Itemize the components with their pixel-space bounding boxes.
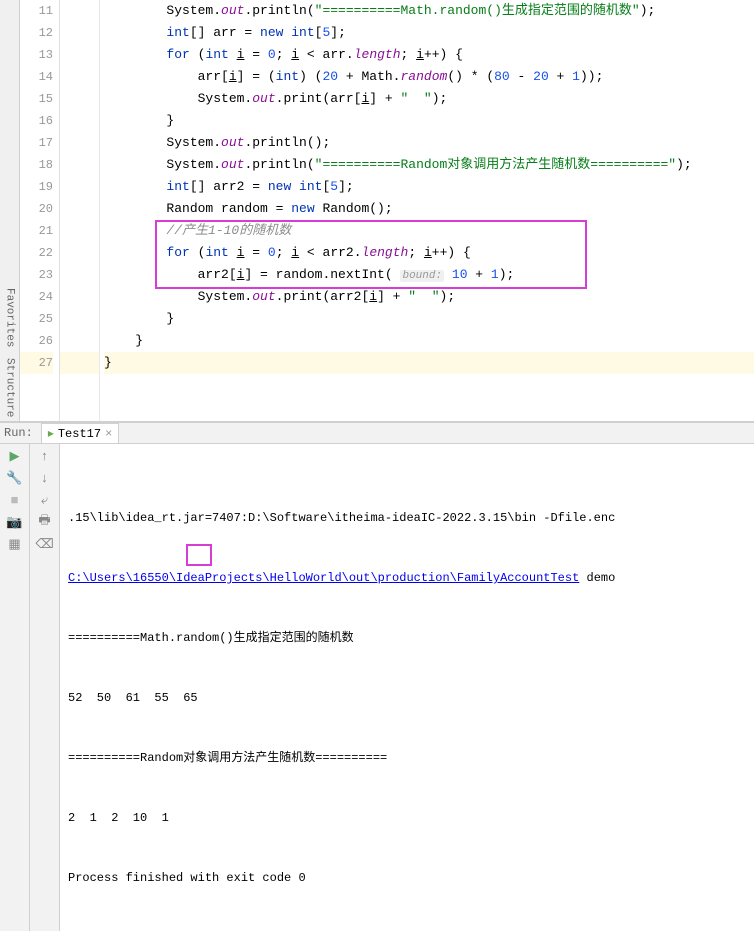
line-number[interactable]: 17	[20, 132, 53, 154]
console-link[interactable]: C:\Users\16550\IdeaProjects\HelloWorld\o…	[68, 571, 579, 585]
editor-area: Favorites Structure 11 12 13 14 15 16 17…	[0, 0, 754, 422]
line-number[interactable]: 24	[20, 286, 53, 308]
layout-icon[interactable]: ▦	[7, 536, 23, 552]
line-number[interactable]: 20	[20, 198, 53, 220]
run-tab[interactable]: ▸ Test17 ×	[41, 423, 119, 443]
print-icon[interactable]: 🖶	[37, 514, 53, 530]
console-line: 2 1 2 10 1	[68, 808, 746, 828]
tool-icon[interactable]: 🔧	[7, 470, 23, 486]
tool-window-bar-left: Favorites Structure	[0, 0, 20, 421]
camera-icon[interactable]: 📷	[7, 514, 23, 530]
run-label: Run:	[4, 426, 33, 440]
line-number[interactable]: 13	[20, 44, 53, 66]
annotation-highlight-output	[186, 544, 212, 566]
line-number-gutter[interactable]: 11 12 13 14 15 16 17 18 19 20 21 22 23 2…	[20, 0, 60, 421]
close-icon[interactable]: ×	[105, 427, 112, 441]
down-icon[interactable]: ↓	[37, 470, 53, 486]
line-number[interactable]: 21	[20, 220, 53, 242]
console-output[interactable]: .15\lib\idea_rt.jar=7407:D:\Software\ith…	[60, 444, 754, 931]
line-number[interactable]: 16	[20, 110, 53, 132]
line-number[interactable]: 18	[20, 154, 53, 176]
tab-structure[interactable]: Structure	[4, 358, 16, 417]
up-icon[interactable]: ↑	[37, 448, 53, 464]
fold-gutter[interactable]	[60, 0, 100, 421]
line-number[interactable]: 22	[20, 242, 53, 264]
code-editor[interactable]: System.out.println("==========Math.rando…	[100, 0, 754, 421]
rerun-icon[interactable]: ▶	[7, 448, 23, 464]
console-line: ==========Random对象调用方法产生随机数==========	[68, 748, 746, 768]
line-number[interactable]: 19	[20, 176, 53, 198]
clear-icon[interactable]: ⌫	[37, 536, 53, 552]
console-line: C:\Users\16550\IdeaProjects\HelloWorld\o…	[68, 568, 746, 588]
wrap-icon[interactable]: ⤶	[37, 492, 53, 508]
run-header: Run: ▸ Test17 ×	[0, 423, 754, 444]
line-number[interactable]: 11	[20, 0, 53, 22]
run-toolbar-secondary: ↑ ↓ ⤶ 🖶 ⌫	[30, 444, 60, 931]
line-number[interactable]: 25	[20, 308, 53, 330]
console-line: ==========Math.random()生成指定范围的随机数	[68, 628, 746, 648]
line-number[interactable]: 15	[20, 88, 53, 110]
stop-icon[interactable]: ■	[7, 492, 23, 508]
run-toolbar-primary: ▶ 🔧 ■ 📷 ▦	[0, 444, 30, 931]
line-number[interactable]: 23	[20, 264, 53, 286]
line-number[interactable]: 26	[20, 330, 53, 352]
line-number[interactable]: 27	[20, 352, 53, 374]
run-tool-window: Run: ▸ Test17 × ▶ 🔧 ■ 📷 ▦ ↑ ↓ ⤶ 🖶 ⌫ .15\…	[0, 422, 754, 607]
tab-favorites[interactable]: Favorites	[4, 288, 16, 347]
console-line: 52 50 61 55 65	[68, 688, 746, 708]
console-line: Process finished with exit code 0	[68, 868, 746, 888]
console-line: .15\lib\idea_rt.jar=7407:D:\Software\ith…	[68, 508, 746, 528]
run-tab-label: Test17	[58, 427, 101, 441]
line-number[interactable]: 14	[20, 66, 53, 88]
line-number[interactable]: 12	[20, 22, 53, 44]
run-config-icon: ▸	[48, 426, 54, 441]
